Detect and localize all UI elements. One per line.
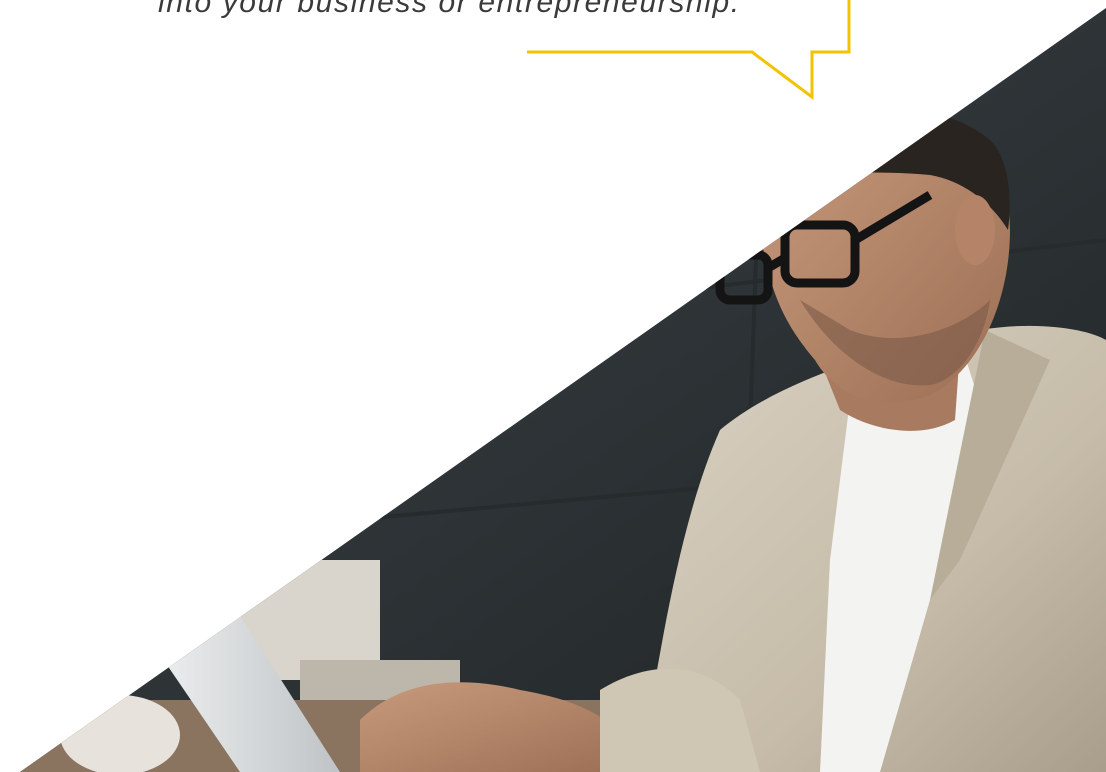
photo-content — [20, 8, 1106, 772]
page: into your business or entrepreneurship. — [0, 0, 1106, 772]
cup — [60, 695, 180, 772]
hero-photo — [20, 8, 1106, 772]
